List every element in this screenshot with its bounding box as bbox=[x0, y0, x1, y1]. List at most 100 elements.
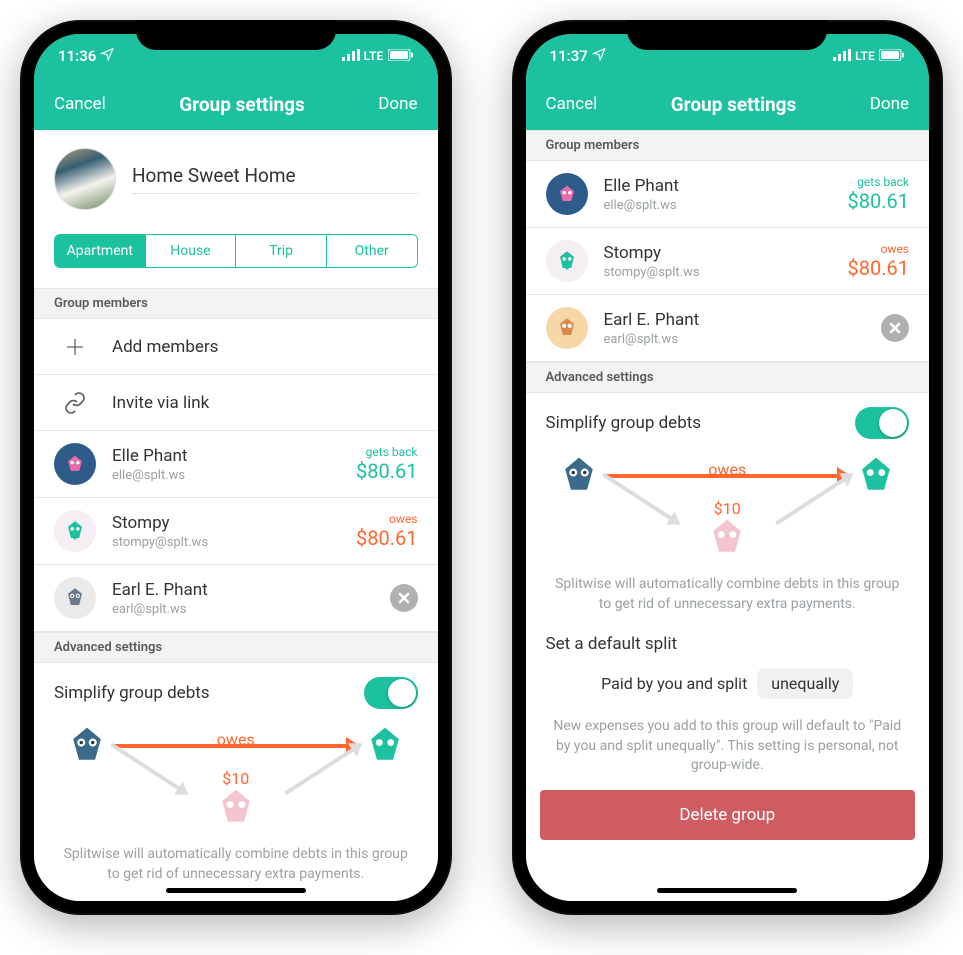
group-type-segmented: Apartment House Trip Other bbox=[54, 234, 418, 268]
balance-label: gets back bbox=[848, 175, 909, 189]
member-email: elle@splt.ws bbox=[604, 198, 832, 213]
seg-apartment[interactable]: Apartment bbox=[55, 235, 146, 267]
simplify-label: Simplify group debts bbox=[546, 413, 702, 433]
delete-group-button[interactable]: Delete group bbox=[540, 790, 916, 840]
default-split-row[interactable]: Paid by you and split unequally bbox=[546, 668, 910, 699]
invite-link-row[interactable]: Invite via link bbox=[34, 375, 438, 431]
content: Group members Elle Phant elle@splt.ws ge… bbox=[526, 130, 930, 901]
member-row[interactable]: Stompy stompy@splt.ws owes $80.61 bbox=[526, 228, 930, 295]
member-row[interactable]: Stompy stompy@splt.ws owes $80.61 bbox=[34, 498, 438, 565]
member-email: stompy@splt.ws bbox=[112, 535, 340, 550]
split-value-pill[interactable]: unequally bbox=[757, 668, 853, 699]
invite-link-label: Invite via link bbox=[112, 393, 418, 413]
member-email: elle@splt.ws bbox=[112, 468, 340, 483]
debts-diagram: owes $10 bbox=[526, 445, 930, 565]
done-button[interactable]: Done bbox=[870, 94, 909, 114]
member-row[interactable]: Earl E. Phant earl@splt.ws bbox=[526, 295, 930, 362]
member-row[interactable]: Elle Phant elle@splt.ws gets back $80.61 bbox=[526, 161, 930, 228]
avatar bbox=[546, 240, 588, 282]
notch bbox=[136, 20, 336, 50]
link-icon bbox=[54, 391, 96, 415]
screen-left: 11:36 LTE Cancel Group settings Done bbox=[34, 34, 438, 901]
plus-icon bbox=[54, 335, 96, 359]
page-title: Group settings bbox=[179, 93, 305, 116]
screen-right: 11:37 LTE Cancel Group settings Done bbox=[526, 34, 930, 901]
member-name: Elle Phant bbox=[112, 446, 340, 466]
status-time: 11:36 bbox=[58, 47, 96, 65]
cancel-button[interactable]: Cancel bbox=[546, 94, 598, 114]
content: Home Sweet Home Apartment House Trip Oth… bbox=[34, 130, 438, 901]
diagram-avatar-bottom bbox=[213, 785, 259, 835]
avatar bbox=[546, 307, 588, 349]
battery-icon bbox=[879, 49, 905, 64]
section-members: Group members bbox=[526, 130, 930, 161]
balance-amount: $80.61 bbox=[848, 189, 909, 213]
avatar bbox=[54, 510, 96, 552]
location-icon bbox=[592, 47, 606, 65]
status-time: 11:37 bbox=[550, 47, 588, 65]
phone-left: 11:36 LTE Cancel Group settings Done bbox=[20, 20, 452, 915]
balance-amount: $80.61 bbox=[356, 459, 417, 483]
cancel-button[interactable]: Cancel bbox=[54, 94, 106, 114]
remove-member-button[interactable] bbox=[881, 314, 909, 342]
group-avatar[interactable] bbox=[54, 148, 116, 210]
simplify-debts-row: Simplify group debts bbox=[526, 393, 930, 445]
default-split-section: Set a default split Paid by you and spli… bbox=[526, 628, 930, 717]
simplify-debts-row: Simplify group debts bbox=[34, 663, 438, 715]
section-advanced: Advanced settings bbox=[34, 632, 438, 663]
done-button[interactable]: Done bbox=[378, 94, 417, 114]
phone-right: 11:37 LTE Cancel Group settings Done bbox=[512, 20, 944, 915]
home-indicator[interactable] bbox=[657, 888, 797, 893]
network-label: LTE bbox=[855, 49, 875, 63]
nav-bar: Cancel Group settings Done bbox=[526, 78, 930, 130]
owes-label: owes bbox=[217, 730, 255, 749]
notch bbox=[627, 20, 827, 50]
debts-diagram: owes $10 bbox=[34, 715, 438, 835]
member-row[interactable]: Elle Phant elle@splt.ws gets back $80.61 bbox=[34, 431, 438, 498]
location-icon bbox=[100, 47, 114, 65]
simplify-toggle[interactable] bbox=[364, 677, 418, 709]
owes-arrow: owes $10 bbox=[606, 474, 850, 478]
page-title: Group settings bbox=[671, 93, 797, 116]
avatar bbox=[54, 443, 96, 485]
split-prefix: Paid by you and split bbox=[601, 674, 747, 693]
add-members-label: Add members bbox=[112, 337, 418, 357]
home-indicator[interactable] bbox=[166, 888, 306, 893]
diagram-avatar-bottom bbox=[704, 515, 750, 565]
diagram-avatar-right bbox=[853, 453, 899, 499]
balance-amount: $80.61 bbox=[356, 526, 417, 550]
simplify-toggle[interactable] bbox=[855, 407, 909, 439]
seg-trip[interactable]: Trip bbox=[236, 235, 327, 267]
owes-arrow: owes $10 bbox=[114, 744, 358, 748]
member-name: Elle Phant bbox=[604, 176, 832, 196]
seg-other[interactable]: Other bbox=[327, 235, 417, 267]
simplify-label: Simplify group debts bbox=[54, 683, 210, 703]
member-name: Stompy bbox=[112, 513, 340, 533]
signal-icon bbox=[833, 49, 851, 64]
seg-house[interactable]: House bbox=[146, 235, 237, 267]
signal-icon bbox=[342, 49, 360, 64]
balance-amount: $80.61 bbox=[848, 256, 909, 280]
default-split-title: Set a default split bbox=[546, 634, 910, 654]
network-label: LTE bbox=[364, 49, 384, 63]
group-name-input[interactable]: Home Sweet Home bbox=[132, 164, 418, 194]
section-advanced: Advanced settings bbox=[526, 362, 930, 393]
remove-member-button[interactable] bbox=[390, 584, 418, 612]
diagram-avatar-left bbox=[556, 453, 602, 499]
add-members-row[interactable]: Add members bbox=[34, 319, 438, 375]
member-name: Earl E. Phant bbox=[112, 580, 374, 600]
member-email: earl@splt.ws bbox=[112, 602, 374, 617]
diagram-avatar-left bbox=[64, 723, 110, 769]
member-name: Stompy bbox=[604, 243, 832, 263]
balance-label: owes bbox=[356, 512, 417, 526]
avatar bbox=[54, 577, 96, 619]
member-row[interactable]: Earl E. Phant earl@splt.ws bbox=[34, 565, 438, 632]
group-header: Home Sweet Home bbox=[34, 130, 438, 226]
member-email: stompy@splt.ws bbox=[604, 265, 832, 280]
avatar bbox=[546, 173, 588, 215]
member-name: Earl E. Phant bbox=[604, 310, 866, 330]
diagram-avatar-right bbox=[362, 723, 408, 769]
simplify-help: Splitwise will automatically combine deb… bbox=[526, 565, 930, 628]
balance-label: owes bbox=[848, 242, 909, 256]
default-split-help: New expenses you add to this group will … bbox=[526, 717, 930, 790]
